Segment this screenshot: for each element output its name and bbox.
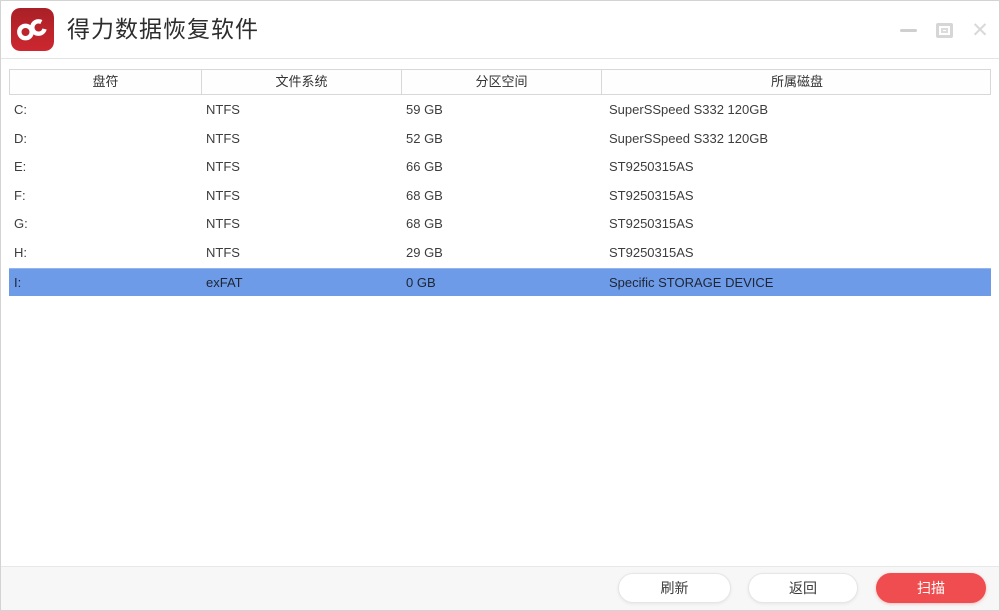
table-header: 盘符 文件系统 分区空间 所属磁盘 (9, 69, 991, 95)
app-title: 得力数据恢复软件 (67, 1, 259, 59)
refresh-button[interactable]: 刷新 (618, 573, 731, 603)
cell-fs: NTFS (201, 239, 401, 268)
cell-drive: H: (9, 239, 201, 268)
cell-fs: NTFS (201, 125, 401, 154)
app-window: 得力数据恢复软件 ✕ 盘符 文件系统 分区空间 所属磁盘 C:NTFS59 GB… (0, 0, 1000, 611)
cell-disk: SuperSSpeed S332 120GB (601, 96, 991, 125)
cell-fs: exFAT (201, 269, 401, 297)
maximize-button[interactable] (933, 17, 955, 43)
drive-table: 盘符 文件系统 分区空间 所属磁盘 C:NTFS59 GBSuperSSpeed… (9, 69, 991, 296)
scan-button[interactable]: 扫描 (876, 573, 986, 603)
maximize-icon (936, 23, 953, 38)
table-row[interactable]: G:NTFS68 GBST9250315AS (9, 210, 991, 239)
close-icon: ✕ (971, 20, 989, 41)
table-row[interactable]: F:NTFS68 GBST9250315AS (9, 182, 991, 211)
cell-disk: ST9250315AS (601, 153, 991, 182)
cell-fs: NTFS (201, 210, 401, 239)
footer-bar: 刷新 返回 扫描 (1, 566, 999, 610)
cell-space: 52 GB (401, 125, 601, 154)
table-row[interactable]: D:NTFS52 GBSuperSSpeed S332 120GB (9, 125, 991, 154)
cell-drive: D: (9, 125, 201, 154)
window-controls: ✕ (897, 1, 991, 59)
table-body: C:NTFS59 GBSuperSSpeed S332 120GBD:NTFS5… (9, 96, 991, 296)
cell-fs: NTFS (201, 153, 401, 182)
cell-disk: Specific STORAGE DEVICE (601, 269, 991, 297)
cell-fs: NTFS (201, 182, 401, 211)
cell-space: 68 GB (401, 210, 601, 239)
cell-space: 59 GB (401, 96, 601, 125)
table-row[interactable]: E:NTFS66 GBST9250315AS (9, 153, 991, 182)
cell-space: 66 GB (401, 153, 601, 182)
cell-space: 0 GB (401, 269, 601, 297)
cell-drive: E: (9, 153, 201, 182)
cell-drive: I: (9, 269, 201, 297)
header-cell-space[interactable]: 分区空间 (402, 70, 602, 94)
cell-fs: NTFS (201, 96, 401, 125)
cell-disk: ST9250315AS (601, 210, 991, 239)
titlebar: 得力数据恢复软件 ✕ (1, 1, 999, 59)
table-row[interactable]: H:NTFS29 GBST9250315AS (9, 239, 991, 268)
cell-space: 29 GB (401, 239, 601, 268)
cell-drive: G: (9, 210, 201, 239)
header-cell-filesystem[interactable]: 文件系统 (202, 70, 402, 94)
close-button[interactable]: ✕ (969, 17, 991, 43)
cell-disk: ST9250315AS (601, 182, 991, 211)
cell-disk: ST9250315AS (601, 239, 991, 268)
header-cell-disk[interactable]: 所属磁盘 (602, 70, 992, 94)
cell-disk: SuperSSpeed S332 120GB (601, 125, 991, 154)
cell-drive: F: (9, 182, 201, 211)
cell-drive: C: (9, 96, 201, 125)
back-button[interactable]: 返回 (748, 573, 858, 603)
cell-space: 68 GB (401, 182, 601, 211)
table-row[interactable]: I:exFAT0 GBSpecific STORAGE DEVICE (9, 268, 991, 297)
app-logo infinity-icon (11, 8, 54, 51)
minimize-button[interactable] (897, 17, 919, 43)
minimize-icon (900, 29, 917, 32)
table-row[interactable]: C:NTFS59 GBSuperSSpeed S332 120GB (9, 96, 991, 125)
header-cell-drive[interactable]: 盘符 (10, 70, 202, 94)
